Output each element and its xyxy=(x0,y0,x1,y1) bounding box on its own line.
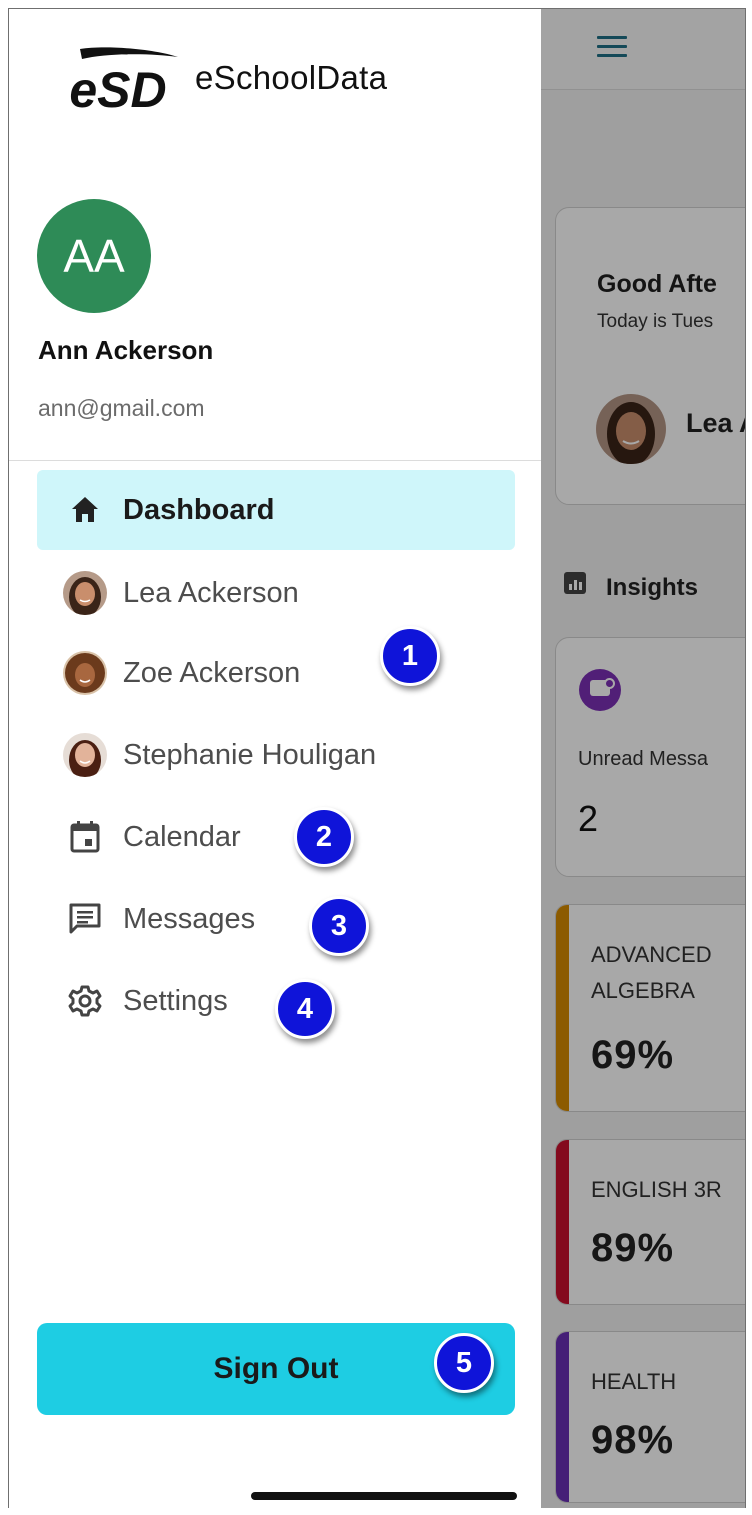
user-email: ann@gmail.com xyxy=(38,395,205,421)
menu-item-stephanie-houligan[interactable]: Stephanie Houligan xyxy=(37,715,515,795)
menu-item-dashboard[interactable]: Dashboard xyxy=(37,470,515,550)
gear-icon xyxy=(63,979,107,1023)
app-frame: Good Afte Today is Tues Lea A Insights U… xyxy=(8,8,746,1508)
divider xyxy=(9,460,541,461)
menu-label: Stephanie Houligan xyxy=(123,738,377,771)
calendar-icon xyxy=(63,815,107,859)
menu-item-messages[interactable]: Messages xyxy=(37,879,515,959)
scrim-overlay[interactable] xyxy=(541,9,745,1508)
menu-label: Lea Ackerson xyxy=(123,576,299,609)
menu-item-lea-ackerson[interactable]: Lea Ackerson xyxy=(37,553,515,633)
brand-name: eSchoolData xyxy=(195,59,388,96)
navigation-drawer: eSD eSchoolData AA Ann Ackerson ann@gmai… xyxy=(9,9,541,1508)
student-photo xyxy=(63,571,107,615)
menu-label: Calendar xyxy=(123,820,241,853)
user-name: Ann Ackerson xyxy=(38,335,214,365)
svg-text:eSD: eSD xyxy=(69,62,166,113)
menu-label: Dashboard xyxy=(123,493,275,526)
menu-label: Messages xyxy=(123,902,256,935)
student-photo xyxy=(63,651,107,695)
message-icon xyxy=(63,897,107,941)
user-avatar: AA xyxy=(37,199,151,313)
menu-item-zoe-ackerson[interactable]: Zoe Ackerson xyxy=(37,633,515,713)
step-badge-5: 5 xyxy=(434,1333,494,1393)
student-photo xyxy=(63,733,107,777)
dashboard-background: Good Afte Today is Tues Lea A Insights U… xyxy=(541,9,745,1508)
home-icon xyxy=(63,488,107,532)
step-badge-3: 3 xyxy=(309,896,369,956)
menu-label: Settings xyxy=(123,984,228,1017)
step-badge-4: 4 xyxy=(275,979,335,1039)
menu-item-calendar[interactable]: Calendar xyxy=(37,797,515,877)
menu-label: Zoe Ackerson xyxy=(123,656,301,689)
step-badge-2: 2 xyxy=(294,807,354,867)
step-badge-1: 1 xyxy=(380,626,440,686)
esd-logo: eSD xyxy=(69,47,178,113)
home-indicator xyxy=(251,1492,517,1500)
